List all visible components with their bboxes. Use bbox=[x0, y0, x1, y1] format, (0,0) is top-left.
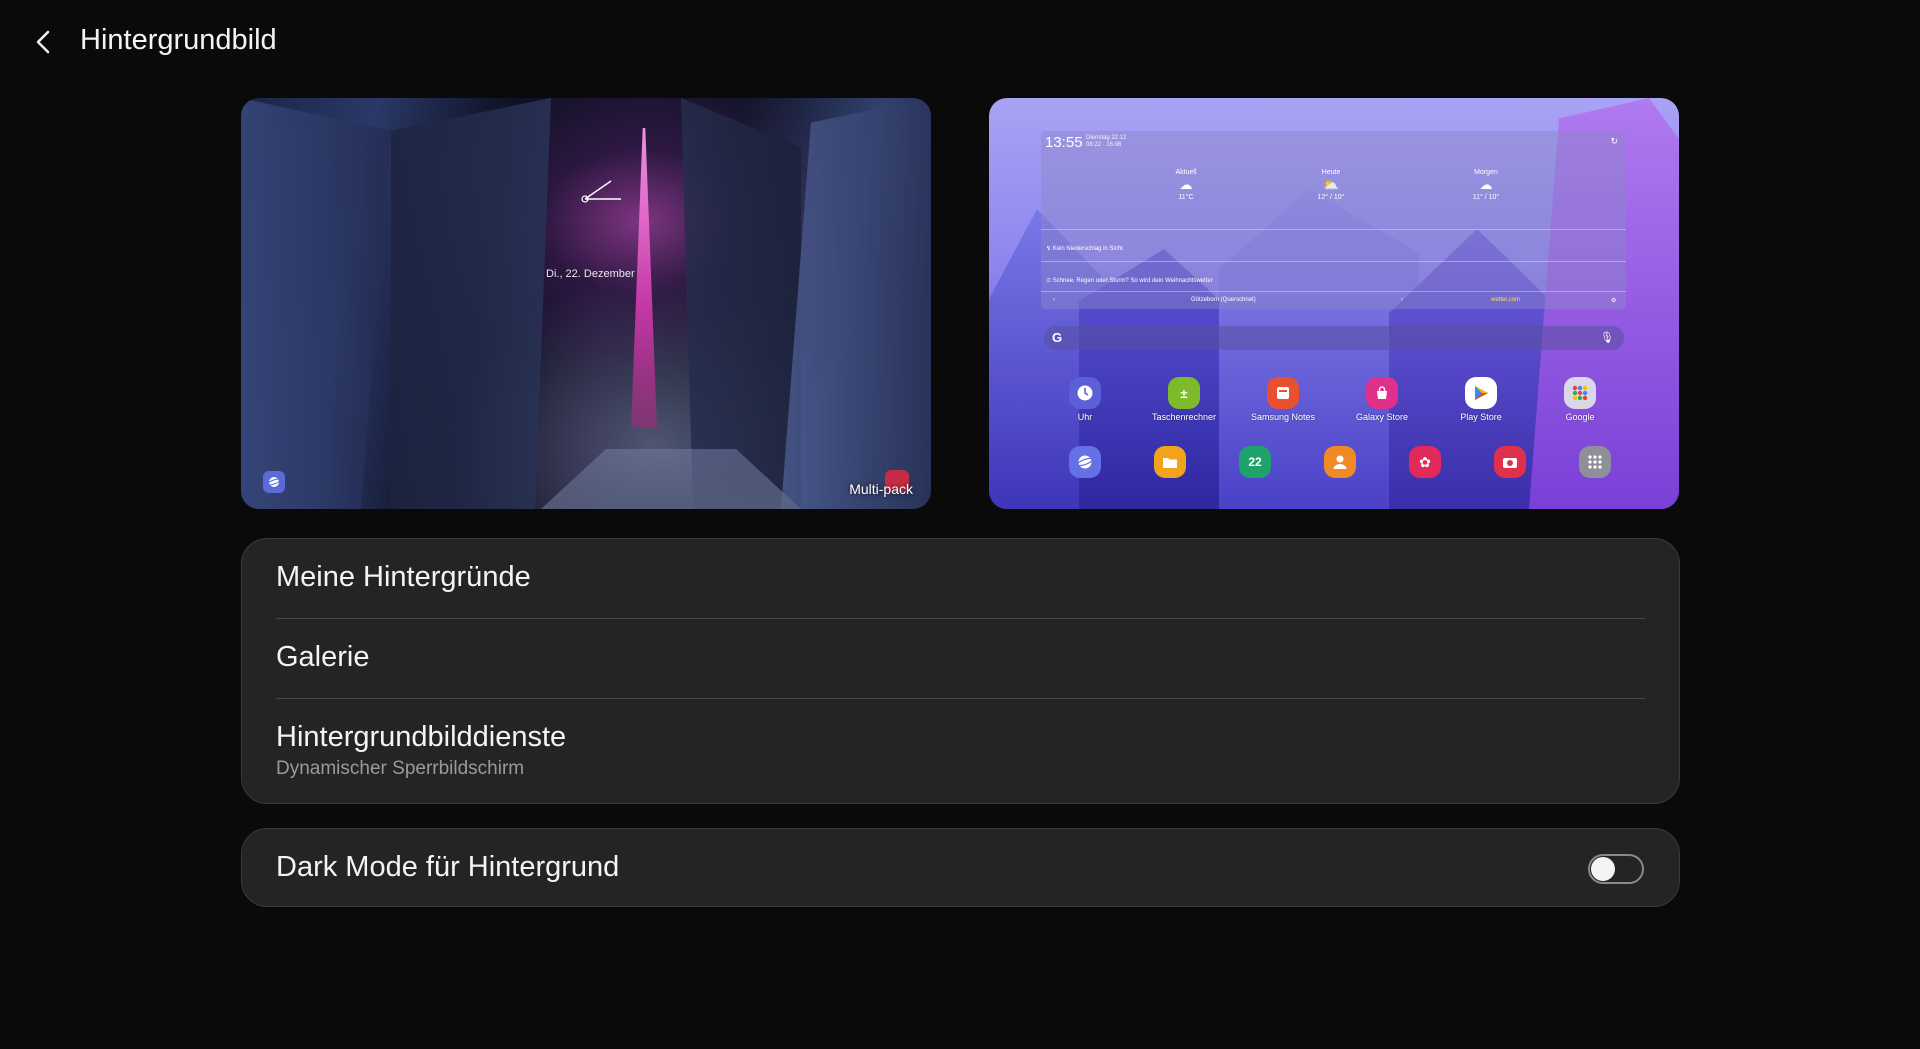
refresh-icon: ↻ bbox=[1610, 136, 1618, 146]
widget-divider bbox=[1041, 229, 1626, 230]
home-screen-preview[interactable]: 13:55 Dienstag 22.12 08:22 · 16:06 ↻ Akt… bbox=[989, 98, 1679, 509]
google-logo-icon: G bbox=[1052, 330, 1063, 345]
weather-col-today: Heute ⛅ 12° / 10° bbox=[1286, 169, 1376, 201]
back-button[interactable] bbox=[22, 20, 66, 64]
building-center-right bbox=[681, 98, 801, 509]
chevron-left-icon bbox=[36, 30, 50, 54]
google-folder-icon bbox=[1564, 377, 1596, 409]
analog-clock-icon bbox=[581, 180, 621, 203]
calendar-icon: 22 bbox=[1239, 446, 1271, 478]
widget-rain-row: ↯ Kein Niederschlag in Sicht bbox=[1046, 246, 1123, 252]
menu-item-label: Meine Hintergründe bbox=[276, 561, 531, 593]
app-play-store: Play Store bbox=[1436, 377, 1526, 422]
google-search-bar: G 🎙 bbox=[1044, 326, 1624, 350]
wallpaper-options-card: Meine Hintergründe Galerie Hintergrundbi… bbox=[241, 538, 1680, 804]
app-google-folder: Google bbox=[1535, 377, 1625, 422]
clock-icon bbox=[1069, 377, 1101, 409]
widget-date: Dienstag 22.12 08:22 · 16:06 bbox=[1086, 135, 1127, 148]
cloud-icon: ☁ bbox=[1179, 177, 1193, 192]
menu-item-meine-hintergruende[interactable]: Meine Hintergründe bbox=[242, 539, 1679, 618]
dark-mode-toggle[interactable] bbox=[1588, 854, 1644, 884]
rain-icon: ↯ bbox=[1046, 246, 1052, 252]
calculator-icon: ± bbox=[1168, 377, 1200, 409]
app-samsung-notes: Samsung Notes bbox=[1238, 377, 1328, 422]
app-taschenrechner: ± Taschenrechner bbox=[1139, 377, 1229, 422]
page-title: Hintergrundbild bbox=[80, 24, 277, 56]
partly-sunny-icon: ⛅ bbox=[1322, 177, 1340, 192]
app-header: Hintergrundbild bbox=[0, 0, 1920, 82]
contacts-icon bbox=[1324, 446, 1356, 478]
lock-date: Di., 22. Dezember bbox=[546, 268, 635, 280]
notes-icon bbox=[1267, 377, 1299, 409]
widget-time: 13:55 bbox=[1045, 134, 1083, 151]
lock-shortcut-icon bbox=[263, 471, 285, 493]
chevron-right-icon: › bbox=[1401, 297, 1403, 303]
info-icon: ⊙ bbox=[1046, 278, 1052, 284]
settings-icon: ⚙ bbox=[1611, 298, 1617, 304]
weather-col-current: Aktuell ☁ 11°C bbox=[1141, 169, 1231, 201]
store-icon bbox=[1366, 377, 1398, 409]
camera-icon bbox=[1494, 446, 1526, 478]
play-icon bbox=[1465, 377, 1497, 409]
dark-mode-row[interactable]: Dark Mode für Hintergrund bbox=[242, 829, 1679, 908]
dark-mode-label: Dark Mode für Hintergrund bbox=[276, 851, 620, 883]
dark-mode-card: Dark Mode für Hintergrund bbox=[241, 828, 1680, 907]
widget-divider bbox=[1041, 261, 1626, 262]
folder-icon bbox=[1154, 446, 1186, 478]
multipack-label: Multi-pack bbox=[849, 481, 913, 497]
internet-icon bbox=[1069, 446, 1101, 478]
app-uhr: Uhr bbox=[1040, 377, 1130, 422]
menu-item-label: Galerie bbox=[276, 641, 370, 673]
microphone-icon: 🎙 bbox=[1600, 332, 1614, 344]
menu-item-sublabel: Dynamischer Sperrbildschirm bbox=[276, 758, 525, 779]
weather-widget: 13:55 Dienstag 22.12 08:22 · 16:06 ↻ Akt… bbox=[1041, 131, 1626, 309]
apps-grid-icon bbox=[1579, 446, 1611, 478]
widget-divider bbox=[1041, 291, 1626, 292]
widget-news-row: ⊙ Schnee, Regen oder Sturm? So wird dein… bbox=[1046, 278, 1213, 284]
app-galaxy-store: Galaxy Store bbox=[1337, 377, 1427, 422]
lock-screen-preview[interactable]: Di., 22. Dezember Multi-pack bbox=[241, 98, 931, 509]
menu-item-label: Hintergrundbilddienste bbox=[276, 721, 567, 753]
chevron-left-icon: ‹ bbox=[1053, 297, 1055, 303]
toggle-knob bbox=[1591, 857, 1615, 881]
widget-nav: ‹ Götzeborn (Querschnet) › wetter.com ⚙ bbox=[1053, 297, 1617, 304]
weather-col-tomorrow: Morgen ☁ 11° / 10° bbox=[1441, 169, 1531, 201]
cloud-icon: ☁ bbox=[1479, 177, 1493, 192]
gallery-icon: ✿ bbox=[1409, 446, 1441, 478]
menu-item-hintergrundbilddienste[interactable]: Hintergrundbilddienste Dynamischer Sperr… bbox=[242, 699, 1679, 804]
building-center-left bbox=[391, 98, 551, 509]
menu-item-galerie[interactable]: Galerie bbox=[242, 619, 1679, 698]
